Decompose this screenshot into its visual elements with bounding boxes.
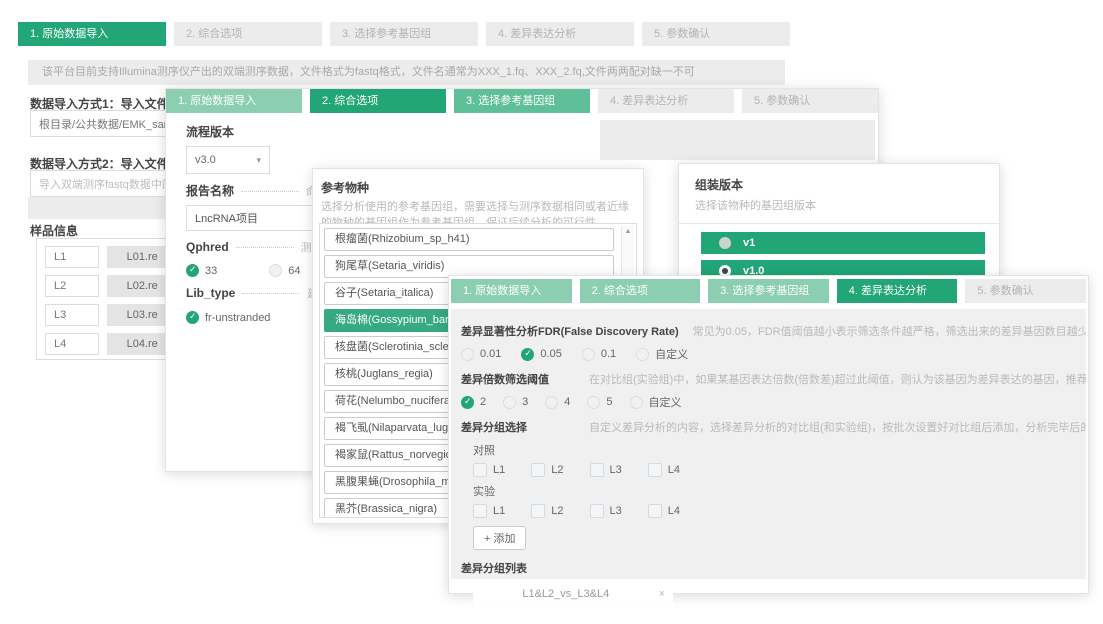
- diff-group-tag-text: L1&L2_vs_L3&L4: [473, 588, 659, 600]
- radio-checked-icon: [186, 311, 199, 324]
- close-icon[interactable]: ×: [659, 588, 665, 600]
- pipeline-version-label: 流程版本: [186, 123, 486, 140]
- tab-step-3[interactable]: 3. 选择参考基因组: [454, 89, 590, 113]
- species-item[interactable]: 根瘤菌(Rhizobium_sp_h41): [324, 228, 614, 251]
- page: 1. 原始数据导入 2. 综合选项 3. 选择参考基因组 4. 差异表达分析 5…: [0, 0, 1103, 624]
- divider: [679, 223, 999, 224]
- radio-icon: [587, 396, 600, 409]
- chevron-down-icon: ▾: [256, 155, 261, 166]
- tab-step-3[interactable]: 3. 选择参考基因组: [708, 279, 829, 303]
- radio-icon: [719, 237, 731, 249]
- checkbox-icon: [531, 504, 545, 518]
- radio-icon: [269, 264, 282, 277]
- wizard-tabs-step2-window: 1. 原始数据导入 2. 综合选项 3. 选择参考基因组 4. 差异表达分析 5…: [166, 89, 878, 113]
- fdr-radio-0.01[interactable]: 0.01: [461, 348, 501, 361]
- control-checkbox-L4[interactable]: L4: [648, 463, 680, 477]
- checkbox-icon: [531, 463, 545, 477]
- lib-type-label: Lib_type: [186, 286, 235, 300]
- radio-icon: [636, 348, 649, 361]
- fold-change-label: 差异倍数筛选阈值: [461, 371, 589, 387]
- treatment-checkbox-L4[interactable]: L4: [648, 504, 680, 518]
- platform-notice: 该平台目前支持Illumina测序仪产出的双端测序数据，文件格式为fastq格式…: [28, 60, 785, 85]
- dotted-leader: [241, 190, 299, 192]
- qphred-radio-64[interactable]: 64: [269, 264, 300, 277]
- dotted-leader: [242, 292, 300, 294]
- tab-step-2[interactable]: 2. 综合选项: [580, 279, 701, 303]
- tab-step-2[interactable]: 2. 综合选项: [174, 22, 322, 46]
- checkbox-icon: [473, 463, 487, 477]
- qphred-label: Qphred: [186, 240, 229, 254]
- version-panel-title: 组装版本: [695, 176, 999, 193]
- fdr-label: 差异显著性分析FDR(False Discovery Rate): [461, 323, 679, 339]
- sample-name-input[interactable]: L3: [45, 304, 99, 326]
- tab-step-3[interactable]: 3. 选择参考基因组: [330, 22, 478, 46]
- checkbox-icon: [648, 463, 662, 477]
- pipeline-version-value: v3.0: [195, 154, 216, 166]
- window-step4-diff-analysis: 1. 原始数据导入 2. 综合选项 3. 选择参考基因组 4. 差异表达分析 5…: [448, 275, 1089, 594]
- treatment-group-label: 实验: [473, 483, 1086, 499]
- radio-icon: [461, 348, 474, 361]
- diff-group-tag: L1&L2_vs_L3&L4 ×: [473, 582, 673, 606]
- tab-step-1[interactable]: 1. 原始数据导入: [18, 22, 166, 46]
- diff-group-hint: 自定义差异分析的内容，选择差异分析的对比组(和实验组)，按批次设置好对比组后添加…: [589, 419, 1086, 435]
- tab-step-1[interactable]: 1. 原始数据导入: [451, 279, 572, 303]
- dotted-leader: [236, 246, 294, 248]
- fc-radio-3[interactable]: 3: [503, 396, 528, 409]
- treatment-checkbox-L2[interactable]: L2: [531, 504, 563, 518]
- tab-step-5[interactable]: 5. 参数确认: [642, 22, 790, 46]
- diff-analysis-form: 差异显著性分析FDR(False Discovery Rate) 常见为0.05…: [451, 309, 1086, 579]
- lib-type-radio-fr-unstranded[interactable]: fr-unstranded: [186, 311, 270, 324]
- fdr-hint: 常见为0.05，FDR值阈值越小表示筛选条件越严格，筛选出来的差异基因数目越少，…: [693, 323, 1086, 339]
- add-group-button[interactable]: + 添加: [473, 526, 526, 550]
- checkbox-icon: [590, 463, 604, 477]
- tab-step-4[interactable]: 4. 差异表达分析: [486, 22, 634, 46]
- group-list-label: 差异分组列表: [461, 560, 1086, 576]
- radio-icon: [630, 396, 643, 409]
- version-panel-subtitle: 选择该物种的基因组版本: [695, 197, 999, 213]
- diff-group-label: 差异分组选择: [461, 419, 589, 435]
- radio-icon: [503, 396, 516, 409]
- treatment-checkbox-L1[interactable]: L1: [473, 504, 505, 518]
- tab-step-5[interactable]: 5. 参数确认: [742, 89, 878, 113]
- fdr-radio-custom[interactable]: 自定义: [636, 346, 688, 362]
- sample-name-input[interactable]: L4: [45, 333, 99, 355]
- sample-info-label: 样品信息: [30, 222, 78, 239]
- qphred-radio-33[interactable]: 33: [186, 264, 217, 277]
- radio-icon: [545, 396, 558, 409]
- species-panel-title: 参考物种: [321, 179, 643, 196]
- notice-bar-fragment: [600, 120, 875, 160]
- fc-radio-4[interactable]: 4: [545, 396, 570, 409]
- radio-checked-icon: [461, 396, 474, 409]
- version-option-v1[interactable]: v1: [701, 232, 985, 254]
- treatment-checkbox-L3[interactable]: L3: [590, 504, 622, 518]
- sample-name-input[interactable]: L2: [45, 275, 99, 297]
- tab-step-1[interactable]: 1. 原始数据导入: [166, 89, 302, 113]
- radio-checked-icon: [521, 348, 534, 361]
- fc-radio-custom[interactable]: 自定义: [630, 394, 682, 410]
- radio-icon: [582, 348, 595, 361]
- wizard-tabs-step4-window: 1. 原始数据导入 2. 综合选项 3. 选择参考基因组 4. 差异表达分析 5…: [451, 279, 1086, 303]
- wizard-tabs-step1-window: 1. 原始数据导入 2. 综合选项 3. 选择参考基因组 4. 差异表达分析 5…: [18, 22, 790, 46]
- control-group-label: 对照: [473, 442, 1086, 458]
- tab-step-5[interactable]: 5. 参数确认: [965, 279, 1086, 303]
- tab-step-4[interactable]: 4. 差异表达分析: [837, 279, 958, 303]
- tab-step-4[interactable]: 4. 差异表达分析: [598, 89, 734, 113]
- tab-step-2[interactable]: 2. 综合选项: [310, 89, 446, 113]
- radio-checked-icon: [186, 264, 199, 277]
- control-checkbox-L3[interactable]: L3: [590, 463, 622, 477]
- sample-name-input[interactable]: L1: [45, 246, 99, 268]
- control-checkbox-L2[interactable]: L2: [531, 463, 563, 477]
- fc-radio-2[interactable]: 2: [461, 396, 486, 409]
- fdr-radio-0.1[interactable]: 0.1: [582, 348, 616, 361]
- checkbox-icon: [473, 504, 487, 518]
- report-name-label: 报告名称: [186, 182, 234, 199]
- scroll-up-icon[interactable]: ▲: [622, 228, 634, 235]
- control-checkbox-L1[interactable]: L1: [473, 463, 505, 477]
- pipeline-version-select[interactable]: v3.0 ▾: [186, 146, 270, 174]
- fdr-radio-0.05[interactable]: 0.05: [521, 348, 561, 361]
- checkbox-icon: [648, 504, 662, 518]
- fc-radio-5[interactable]: 5: [587, 396, 612, 409]
- checkbox-icon: [590, 504, 604, 518]
- fold-change-hint: 在对比组(实验组)中，如果某基因表达倍数(倍数差)超过此阈值，则认为该基因为差异…: [589, 371, 1086, 387]
